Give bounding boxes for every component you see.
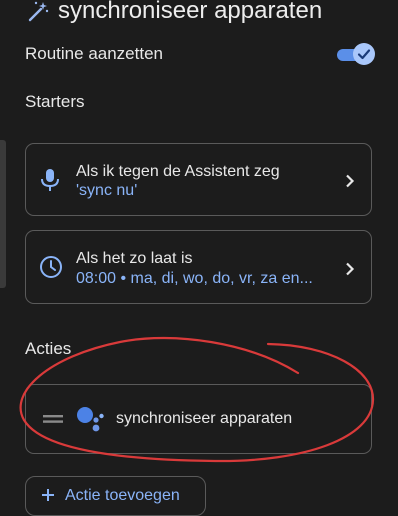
starter-voice-title: Als ik tegen de Assistent zeg: [76, 163, 280, 180]
page-title: synchroniseer apparaten: [58, 0, 323, 24]
scroll-indicator: [0, 140, 6, 288]
microphone-icon: [41, 169, 59, 191]
starter-voice-phrase: 'sync nu': [76, 182, 138, 199]
action-card[interactable]: synchroniseer apparaten: [25, 384, 372, 454]
drag-handle-icon[interactable]: [43, 415, 63, 423]
routine-toggle-row: Routine aanzetten: [25, 40, 375, 68]
chevron-right-icon: [346, 174, 355, 188]
clock-icon: [40, 256, 62, 278]
starter-time-title: Als het zo laat is: [76, 250, 193, 267]
check-icon: [357, 49, 371, 60]
plus-icon: [42, 489, 54, 501]
routine-toggle-label: Routine aanzetten: [25, 44, 163, 63]
actions-heading: Acties: [25, 339, 72, 358]
magic-wand-icon: [28, 1, 49, 22]
chevron-right-icon: [346, 262, 355, 276]
switch-thumb: [353, 43, 375, 65]
starter-card-voice[interactable]: Als ik tegen de Assistent zeg 'sync nu': [25, 143, 372, 216]
add-action-button[interactable]: Actie toevoegen: [25, 476, 206, 516]
header: synchroniseer apparaten: [0, 0, 398, 28]
starter-card-time[interactable]: Als het zo laat is 08:00 • ma, di, wo, d…: [25, 230, 372, 304]
action-label: synchroniseer apparaten: [116, 410, 293, 427]
add-action-label: Actie toevoegen: [65, 487, 180, 504]
starter-time-schedule: 08:00 • ma, di, wo, do, vr, za en...: [76, 270, 313, 287]
google-assistant-icon: [77, 407, 104, 432]
starters-heading: Starters: [25, 92, 85, 111]
routine-toggle-switch[interactable]: [337, 43, 375, 65]
